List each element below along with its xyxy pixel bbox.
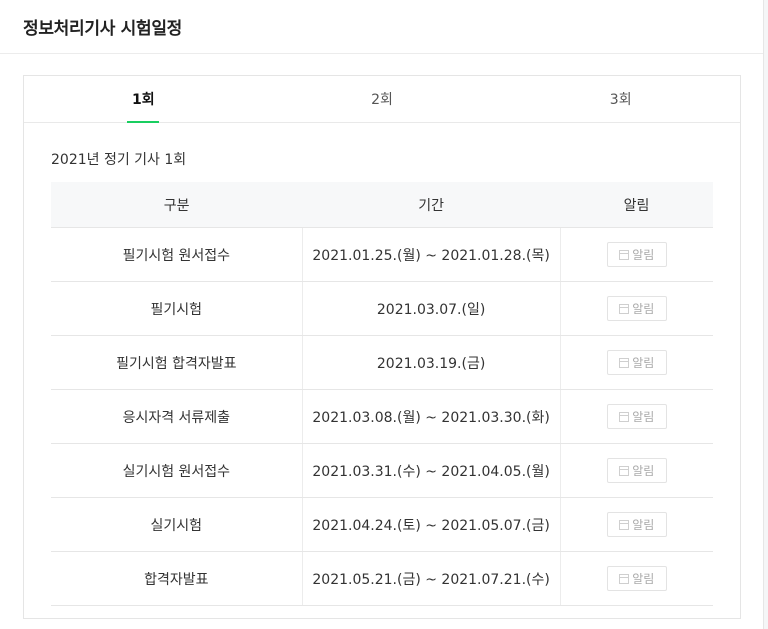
row-period: 2021.03.07.(일) — [301, 281, 561, 336]
column-header-alarm: 알림 — [560, 182, 713, 228]
alarm-label: 알림 — [632, 356, 655, 370]
row-alarm-cell: 알림 — [559, 497, 713, 552]
alarm-button[interactable]: 알림 — [606, 350, 667, 375]
column-header-period: 기간 — [302, 182, 561, 228]
row-period: 2021.03.31.(수) ~ 2021.04.05.(월) — [301, 443, 561, 498]
row-category: 필기시험 원서접수 — [51, 227, 303, 282]
table-row: 응시자격 서류제출 2021.03.08.(월) ~ 2021.03.30.(화… — [51, 389, 713, 444]
alarm-button[interactable]: 알림 — [606, 404, 667, 429]
table-row: 합격자발표 2021.05.21.(금) ~ 2021.07.21.(수) 알림 — [51, 551, 713, 606]
row-period: 2021.05.21.(금) ~ 2021.07.21.(수) — [301, 551, 561, 606]
alarm-label: 알림 — [632, 572, 655, 586]
alarm-label: 알림 — [632, 302, 655, 316]
card-header: 정보처리기사 시험일정 — [0, 0, 763, 54]
calendar-icon — [619, 303, 630, 314]
row-alarm-cell: 알림 — [559, 551, 713, 606]
row-category: 실기시험 원서접수 — [51, 443, 303, 498]
tab-round-2[interactable]: 2회 — [263, 76, 502, 122]
table-row: 실기시험 2021.04.24.(토) ~ 2021.05.07.(금) 알림 — [51, 497, 713, 552]
alarm-button[interactable]: 알림 — [606, 296, 667, 321]
calendar-icon — [619, 465, 630, 476]
table-row: 필기시험 합격자발표 2021.03.19.(금) 알림 — [51, 335, 713, 390]
row-period: 2021.01.25.(월) ~ 2021.01.28.(목) — [301, 227, 561, 282]
page-title: 정보처리기사 시험일정 — [23, 19, 183, 39]
round-tabs: 1회 2회 3회 — [24, 76, 740, 123]
calendar-icon — [619, 249, 630, 260]
row-category: 응시자격 서류제출 — [51, 389, 303, 444]
schedule-panel: 1회 2회 3회 2021년 정기 기사 1회 구분 기간 알림 필기시험 원서… — [23, 75, 741, 619]
row-alarm-cell: 알림 — [559, 389, 713, 444]
row-category: 필기시험 — [51, 281, 303, 336]
table-row: 실기시험 원서접수 2021.03.31.(수) ~ 2021.04.05.(월… — [51, 443, 713, 498]
row-period: 2021.03.08.(월) ~ 2021.03.30.(화) — [301, 389, 561, 444]
calendar-icon — [619, 573, 630, 584]
tab-round-1[interactable]: 1회 — [24, 76, 263, 123]
exam-schedule-card: 정보처리기사 시험일정 1회 2회 3회 2021년 정기 기사 1회 구분 기… — [0, 0, 764, 629]
row-alarm-cell: 알림 — [559, 227, 713, 282]
row-alarm-cell: 알림 — [559, 335, 713, 390]
row-alarm-cell: 알림 — [559, 443, 713, 498]
alarm-label: 알림 — [632, 410, 655, 424]
tab-round-3[interactable]: 3회 — [501, 76, 740, 122]
row-category: 합격자발표 — [51, 551, 303, 606]
table-row: 필기시험 원서접수 2021.01.25.(월) ~ 2021.01.28.(목… — [51, 227, 713, 282]
alarm-label: 알림 — [632, 518, 655, 532]
alarm-label: 알림 — [632, 248, 655, 262]
row-alarm-cell: 알림 — [559, 281, 713, 336]
calendar-icon — [619, 357, 630, 368]
alarm-button[interactable]: 알림 — [606, 458, 667, 483]
row-category: 필기시험 합격자발표 — [51, 335, 303, 390]
alarm-button[interactable]: 알림 — [606, 566, 667, 591]
alarm-button[interactable]: 알림 — [606, 242, 667, 267]
section-title: 2021년 정기 기사 1회 — [51, 152, 187, 168]
column-header-category: 구분 — [51, 182, 303, 228]
calendar-icon — [619, 411, 630, 422]
schedule-table: 구분 기간 알림 필기시험 원서접수 2021.01.25.(월) ~ 2021… — [51, 182, 713, 606]
row-period: 2021.03.19.(금) — [301, 335, 561, 390]
row-category: 실기시험 — [51, 497, 303, 552]
table-row: 필기시험 2021.03.07.(일) 알림 — [51, 281, 713, 336]
calendar-icon — [619, 519, 630, 530]
alarm-button[interactable]: 알림 — [606, 512, 667, 537]
row-period: 2021.04.24.(토) ~ 2021.05.07.(금) — [301, 497, 561, 552]
alarm-label: 알림 — [632, 464, 655, 478]
table-header-row: 구분 기간 알림 — [51, 182, 713, 228]
